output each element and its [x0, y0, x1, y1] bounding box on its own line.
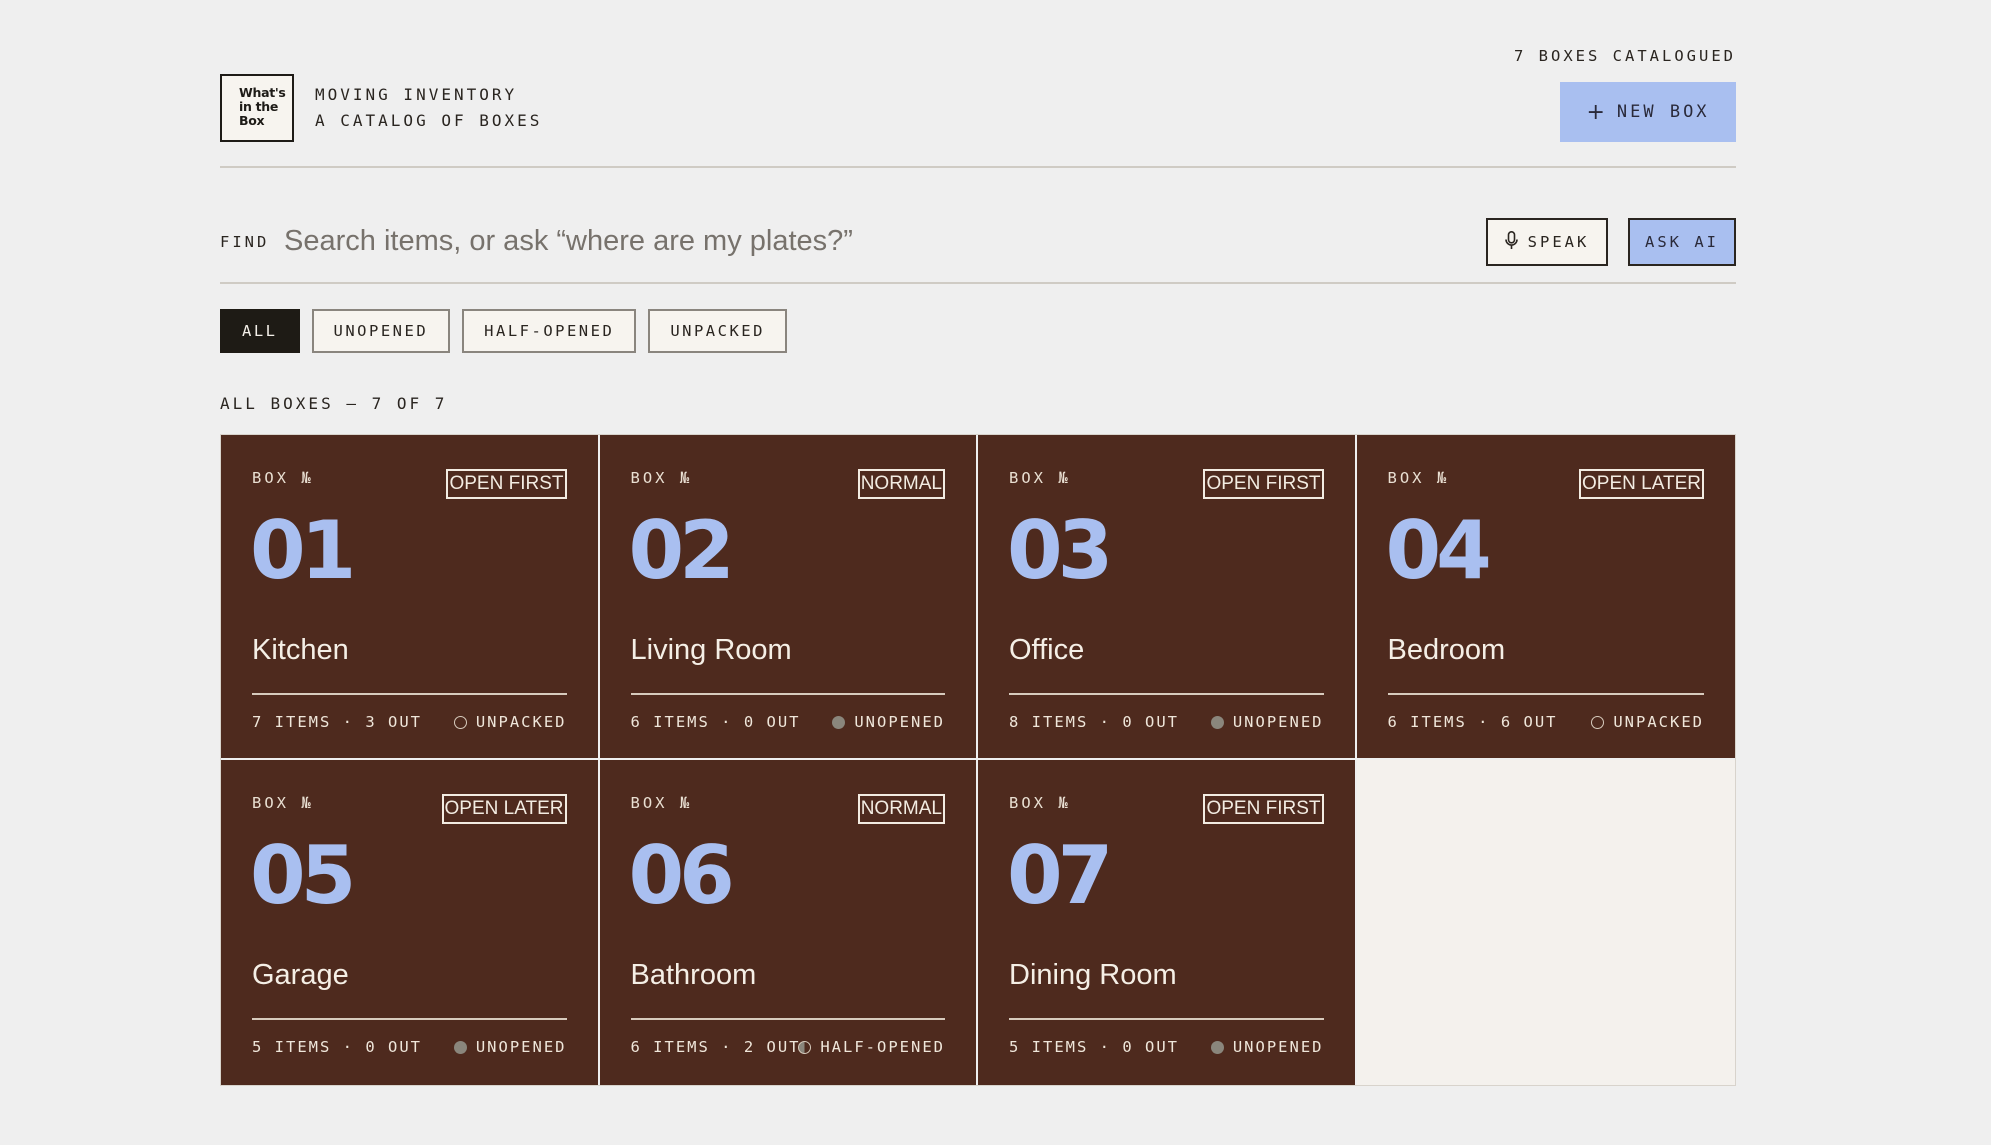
box-number: 04: [1385, 504, 1492, 597]
speak-label: SPEAK: [1527, 233, 1590, 251]
item-stats: 6 ITEMS · 2 OUT: [630, 1038, 801, 1056]
status-filters: ALL UNOPENED HALF-OPENED UNPACKED: [220, 309, 787, 353]
brand-subtitle: A CATALOG OF BOXES: [315, 111, 543, 130]
status-label: UNOPENED: [854, 713, 945, 731]
status-dot-icon: [1210, 1040, 1224, 1054]
app-header: What's in the Box MOVING INVENTORY A CAT…: [220, 40, 1736, 168]
status-label: UNOPENED: [1232, 713, 1324, 731]
filter-unpacked[interactable]: UNPACKED: [648, 309, 787, 353]
divider: [630, 1018, 945, 1020]
box-number-label: BOX №: [630, 794, 693, 812]
status-label: UNPACKED: [1613, 713, 1704, 731]
speak-button[interactable]: SPEAK: [1486, 218, 1608, 266]
logo: What's in the Box: [220, 74, 294, 142]
status-dot-icon: [453, 1040, 467, 1054]
status-label: UNOPENED: [1232, 1038, 1324, 1056]
new-box-button[interactable]: + NEW BOX: [1560, 82, 1736, 142]
divider: [1009, 693, 1324, 695]
box-card[interactable]: BOX № OPEN FIRST 07 Dining Room 5 ITEMS …: [978, 760, 1357, 1085]
room-name: Kitchen: [252, 634, 349, 666]
item-stats: 6 ITEMS · 6 OUT: [1387, 713, 1558, 731]
divider: [1009, 1018, 1324, 1020]
box-card[interactable]: BOX № OPEN FIRST 01 Kitchen 7 ITEMS · 3 …: [221, 435, 600, 760]
divider: [252, 693, 567, 695]
status-dot-icon: [832, 715, 846, 729]
box-card[interactable]: BOX № NORMAL 02 Living Room 6 ITEMS · 0 …: [599, 435, 978, 760]
ask-ai-button[interactable]: ASK AI: [1628, 218, 1736, 266]
status-indicator: UNPACKED: [453, 713, 567, 731]
filter-unopened[interactable]: UNOPENED: [311, 309, 451, 353]
priority-badge: NORMAL: [857, 794, 945, 824]
box-number: 03: [1007, 504, 1113, 597]
status-label: HALF-OPENED: [820, 1038, 945, 1056]
item-stats: 5 ITEMS · 0 OUT: [252, 1038, 422, 1056]
status-indicator: UNPACKED: [1591, 713, 1704, 731]
divider: [1387, 693, 1704, 695]
filter-all[interactable]: ALL: [220, 309, 300, 353]
box-number-label: BOX №: [1387, 469, 1450, 487]
status-indicator: UNOPENED: [453, 1038, 567, 1056]
status-label: UNOPENED: [475, 1038, 567, 1056]
box-number: 05: [250, 829, 356, 922]
status-dot-icon: [1210, 715, 1224, 729]
room-name: Dining Room: [1009, 959, 1177, 991]
room-name: Bathroom: [630, 959, 757, 991]
brand-title: MOVING INVENTORY: [315, 85, 518, 104]
divider: [630, 693, 945, 695]
priority-badge: NORMAL: [857, 469, 945, 499]
item-stats: 5 ITEMS · 0 OUT: [1009, 1038, 1179, 1056]
priority-badge: OPEN LATER: [1579, 469, 1704, 499]
logo-line: What's: [239, 85, 286, 100]
box-card[interactable]: BOX № OPEN LATER 05 Garage 5 ITEMS · 0 O…: [221, 760, 600, 1085]
filter-half-opened[interactable]: HALF-OPENED: [462, 309, 637, 353]
box-grid: BOX № OPEN FIRST 01 Kitchen 7 ITEMS · 3 …: [220, 434, 1736, 1086]
item-stats: 8 ITEMS · 0 OUT: [1009, 713, 1179, 731]
box-number-label: BOX №: [1009, 469, 1071, 487]
status-indicator: UNOPENED: [1210, 1038, 1324, 1056]
status-dot-icon: [1591, 715, 1605, 729]
box-number: 01: [250, 504, 356, 597]
priority-badge: OPEN LATER: [441, 794, 567, 824]
empty-grid-slot: [1356, 760, 1735, 1085]
logo-line: Box: [239, 113, 265, 128]
box-number-label: BOX №: [630, 469, 693, 487]
divider: [252, 1018, 567, 1020]
plus-icon: +: [1586, 99, 1605, 125]
status-indicator: HALF-OPENED: [798, 1038, 945, 1056]
box-number-label: BOX №: [1009, 794, 1071, 812]
box-number-label: BOX №: [252, 794, 314, 812]
box-number: 07: [1007, 829, 1113, 922]
find-label: FIND: [220, 233, 270, 251]
status-label: UNPACKED: [475, 713, 567, 731]
room-name: Living Room: [630, 634, 792, 666]
item-stats: 7 ITEMS · 3 OUT: [252, 713, 422, 731]
status-dot-icon: [798, 1040, 812, 1054]
box-number: 02: [628, 504, 735, 597]
box-card[interactable]: BOX № NORMAL 06 Bathroom 6 ITEMS · 2 OUT…: [599, 760, 978, 1085]
search-input[interactable]: [284, 216, 1384, 266]
priority-badge: OPEN FIRST: [1203, 469, 1324, 499]
box-count: 7 BOXES CATALOGUED: [1514, 47, 1736, 65]
room-name: Garage: [252, 959, 349, 991]
room-name: Bedroom: [1387, 634, 1506, 666]
priority-badge: OPEN FIRST: [1203, 794, 1324, 824]
box-number: 06: [628, 829, 735, 922]
logo-line: in the: [239, 99, 279, 114]
item-stats: 6 ITEMS · 0 OUT: [630, 713, 801, 731]
section-title: ALL BOXES — 7 OF 7: [220, 394, 448, 413]
status-dot-icon: [453, 715, 467, 729]
box-number-label: BOX №: [252, 469, 314, 487]
priority-badge: OPEN FIRST: [446, 469, 567, 499]
room-name: Office: [1009, 634, 1085, 666]
status-indicator: UNOPENED: [832, 713, 945, 731]
new-box-label: NEW BOX: [1616, 102, 1710, 122]
box-card[interactable]: BOX № OPEN FIRST 03 Office 8 ITEMS · 0 O…: [978, 435, 1357, 760]
microphone-icon: [1504, 230, 1518, 254]
search-bar: FIND SPEAK ASK AI: [220, 216, 1736, 284]
box-card[interactable]: BOX № OPEN LATER 04 Bedroom 6 ITEMS · 6 …: [1356, 435, 1735, 760]
status-indicator: UNOPENED: [1210, 713, 1324, 731]
